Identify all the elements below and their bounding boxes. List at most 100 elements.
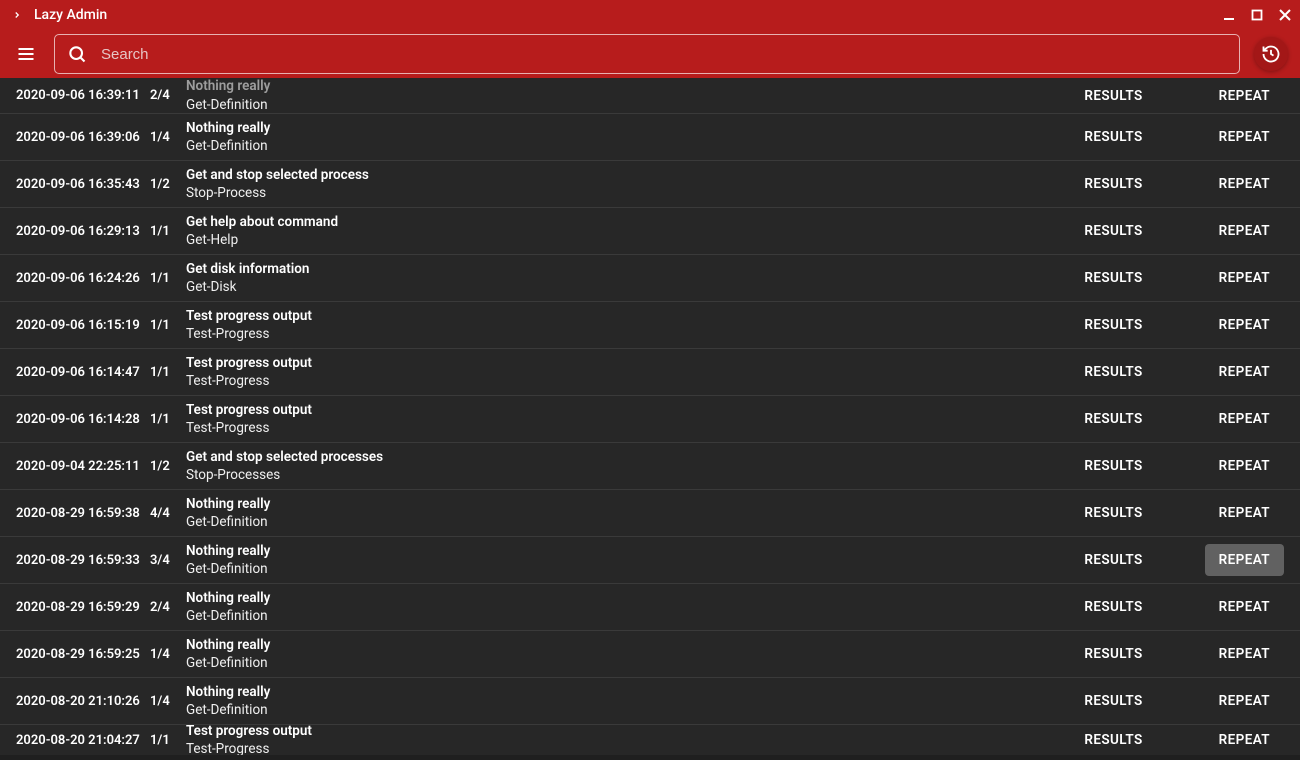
maximize-icon[interactable] [1250,8,1264,22]
row-title: Nothing really [186,119,1070,137]
history-row: 2020-08-20 21:04:271/1Test progress outp… [0,725,1300,755]
row-subtitle: Test-Progress [186,419,1070,437]
row-timestamp: 2020-09-06 16:39:11 [16,88,150,103]
results-button[interactable]: RESULTS [1070,121,1156,153]
minimize-icon[interactable] [1222,8,1236,22]
chevron-right-icon[interactable] [8,6,26,24]
row-count: 1/1 [150,365,186,380]
row-count: 1/4 [150,130,186,145]
row-actions: RESULTS REPEAT [1070,497,1284,529]
row-subtitle: Stop-Processes [186,466,1070,484]
repeat-button[interactable]: REPEAT [1205,121,1284,153]
row-description: Test progress outputTest-Progress [186,354,1070,390]
app-title: Lazy Admin [34,7,1222,23]
row-count: 1/2 [150,177,186,192]
close-icon[interactable] [1278,8,1292,22]
row-title: Get disk information [186,260,1070,278]
history-row: 2020-09-06 16:14:471/1Test progress outp… [0,349,1300,396]
repeat-button[interactable]: REPEAT [1205,497,1284,529]
row-actions: RESULTS REPEAT [1070,544,1284,576]
row-title: Test progress output [186,401,1070,419]
row-subtitle: Test-Progress [186,372,1070,390]
results-button[interactable]: RESULTS [1070,497,1156,529]
row-timestamp: 2020-09-06 16:35:43 [16,177,150,192]
row-title: Nothing really [186,542,1070,560]
row-title: Test progress output [186,307,1070,325]
results-button[interactable]: RESULTS [1070,725,1156,755]
results-button[interactable]: RESULTS [1070,356,1156,388]
row-description: Nothing reallyGet-Definition [186,495,1070,531]
results-button[interactable]: RESULTS [1070,262,1156,294]
title-bar: Lazy Admin [0,0,1300,30]
results-button[interactable]: RESULTS [1070,685,1156,717]
row-actions: RESULTS REPEAT [1070,309,1284,341]
results-button[interactable]: RESULTS [1070,638,1156,670]
row-timestamp: 2020-08-29 16:59:33 [16,553,150,568]
results-button[interactable]: RESULTS [1070,403,1156,435]
results-button[interactable]: RESULTS [1070,450,1156,482]
row-actions: RESULTS REPEAT [1070,685,1284,717]
repeat-button[interactable]: REPEAT [1205,725,1284,755]
repeat-button[interactable]: REPEAT [1205,450,1284,482]
row-timestamp: 2020-08-20 21:10:26 [16,694,150,709]
row-title: Nothing really [186,636,1070,654]
row-description: Nothing reallyGet-Definition [186,683,1070,719]
repeat-button[interactable]: REPEAT [1205,80,1284,112]
search-input[interactable] [101,46,1227,63]
row-title: Get help about command [186,213,1070,231]
row-title: Nothing really [186,589,1070,607]
row-actions: RESULTS REPEAT [1070,356,1284,388]
row-subtitle: Get-Definition [186,513,1070,531]
history-button[interactable] [1254,37,1288,71]
history-row: 2020-08-29 16:59:333/4Nothing reallyGet-… [0,537,1300,584]
toolbar [0,30,1300,78]
row-title: Get and stop selected process [186,166,1070,184]
row-actions: RESULTS REPEAT [1070,450,1284,482]
results-button[interactable]: RESULTS [1070,309,1156,341]
repeat-button[interactable]: REPEAT [1205,685,1284,717]
results-button[interactable]: RESULTS [1070,215,1156,247]
repeat-button[interactable]: REPEAT [1205,262,1284,294]
repeat-button[interactable]: REPEAT [1205,638,1284,670]
results-button[interactable]: RESULTS [1070,591,1156,623]
results-button[interactable]: RESULTS [1070,80,1156,112]
repeat-button[interactable]: REPEAT [1205,309,1284,341]
row-subtitle: Get-Definition [186,137,1070,155]
row-subtitle: Get-Definition [186,96,1070,114]
row-description: Nothing reallyGet-Definition [186,119,1070,155]
history-row: 2020-09-06 16:15:191/1Test progress outp… [0,302,1300,349]
history-row: 2020-08-29 16:59:384/4Nothing reallyGet-… [0,490,1300,537]
row-count: 1/4 [150,647,186,662]
menu-icon[interactable] [12,40,40,68]
results-button[interactable]: RESULTS [1070,544,1156,576]
row-count: 2/4 [150,88,186,103]
row-actions: RESULTS REPEAT [1070,168,1284,200]
row-subtitle: Get-Help [186,231,1070,249]
history-row: 2020-09-04 22:25:111/2Get and stop selec… [0,443,1300,490]
row-count: 1/1 [150,733,186,748]
history-row: 2020-09-06 16:39:061/4Nothing reallyGet-… [0,114,1300,161]
repeat-button[interactable]: REPEAT [1205,403,1284,435]
row-title: Nothing really [186,495,1070,513]
history-row: 2020-09-06 16:24:261/1Get disk informati… [0,255,1300,302]
row-timestamp: 2020-09-06 16:29:13 [16,224,150,239]
search-icon [67,44,87,64]
repeat-button[interactable]: REPEAT [1205,544,1284,576]
row-subtitle: Test-Progress [186,325,1070,343]
row-subtitle: Get-Definition [186,607,1070,625]
row-timestamp: 2020-09-06 16:14:47 [16,365,150,380]
history-row: 2020-08-29 16:59:292/4Nothing reallyGet-… [0,584,1300,631]
repeat-button[interactable]: REPEAT [1205,215,1284,247]
row-description: Get help about commandGet-Help [186,213,1070,249]
row-actions: RESULTS REPEAT [1070,215,1284,247]
row-title: Nothing really [186,78,1070,96]
row-subtitle: Test-Progress [186,740,1070,755]
repeat-button[interactable]: REPEAT [1205,168,1284,200]
row-timestamp: 2020-08-29 16:59:29 [16,600,150,615]
search-box[interactable] [54,34,1240,74]
repeat-button[interactable]: REPEAT [1205,356,1284,388]
results-button[interactable]: RESULTS [1070,168,1156,200]
repeat-button[interactable]: REPEAT [1205,591,1284,623]
row-subtitle: Get-Definition [186,701,1070,719]
row-description: Nothing reallyGet-Definition [186,542,1070,578]
